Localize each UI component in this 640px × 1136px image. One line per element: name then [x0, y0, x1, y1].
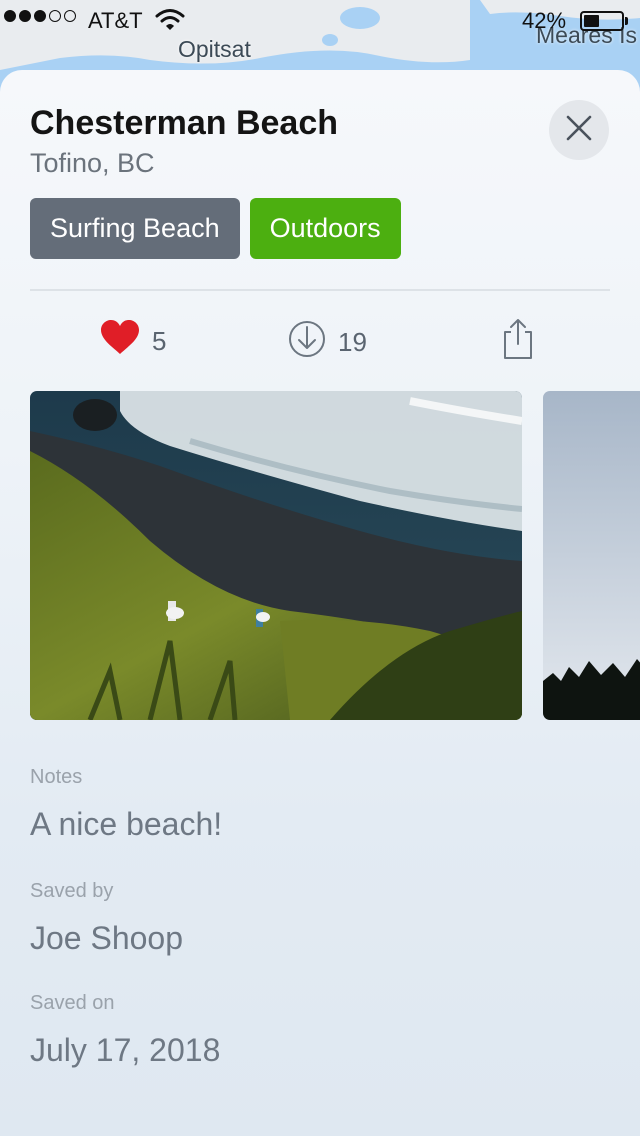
place-title: Chesterman Beach: [30, 104, 339, 142]
battery-cap: [625, 17, 628, 25]
download-circle-icon: [288, 320, 326, 365]
notes-value: A nice beach!: [30, 806, 223, 842]
saved-on-value: July 17, 2018: [30, 1032, 221, 1068]
battery-icon: [580, 11, 624, 31]
place-location: Tofino, BC: [30, 148, 155, 178]
photo-rocky-coast-surfers[interactable]: [30, 391, 522, 720]
photo-carousel[interactable]: [30, 391, 640, 721]
place-detail-sheet: Chesterman Beach Tofino, BC Surfing Beac…: [0, 70, 640, 1136]
like-count: 5: [152, 326, 167, 356]
divider: [30, 289, 610, 291]
like-button[interactable]: 5: [100, 320, 166, 363]
close-button[interactable]: [549, 100, 609, 160]
saved-by-value: Joe Shoop: [30, 920, 184, 956]
wifi-icon: [155, 8, 185, 38]
saved-by-label: Saved by: [30, 880, 114, 902]
notes-label: Notes: [30, 766, 83, 788]
battery-percent: 42%: [522, 8, 567, 33]
share-button[interactable]: [500, 318, 536, 367]
tag-list: Surfing Beach Outdoors: [30, 198, 401, 259]
status-bar: AT&T 42%: [0, 0, 640, 40]
share-icon: [500, 318, 536, 367]
heart-icon: [100, 320, 140, 363]
action-bar: 5 19: [0, 310, 640, 374]
signal-strength-icon: [4, 10, 76, 22]
download-count: 19: [338, 327, 367, 357]
photo-sky-treeline[interactable]: [543, 391, 640, 720]
download-button[interactable]: 19: [288, 320, 367, 365]
map-label-town: Opitsat: [178, 36, 251, 62]
saved-on-label: Saved on: [30, 992, 115, 1014]
tag-surfing-beach[interactable]: Surfing Beach: [30, 198, 240, 259]
carrier-name: AT&T: [88, 8, 143, 33]
close-icon: [565, 114, 593, 147]
tag-outdoors[interactable]: Outdoors: [249, 198, 401, 259]
